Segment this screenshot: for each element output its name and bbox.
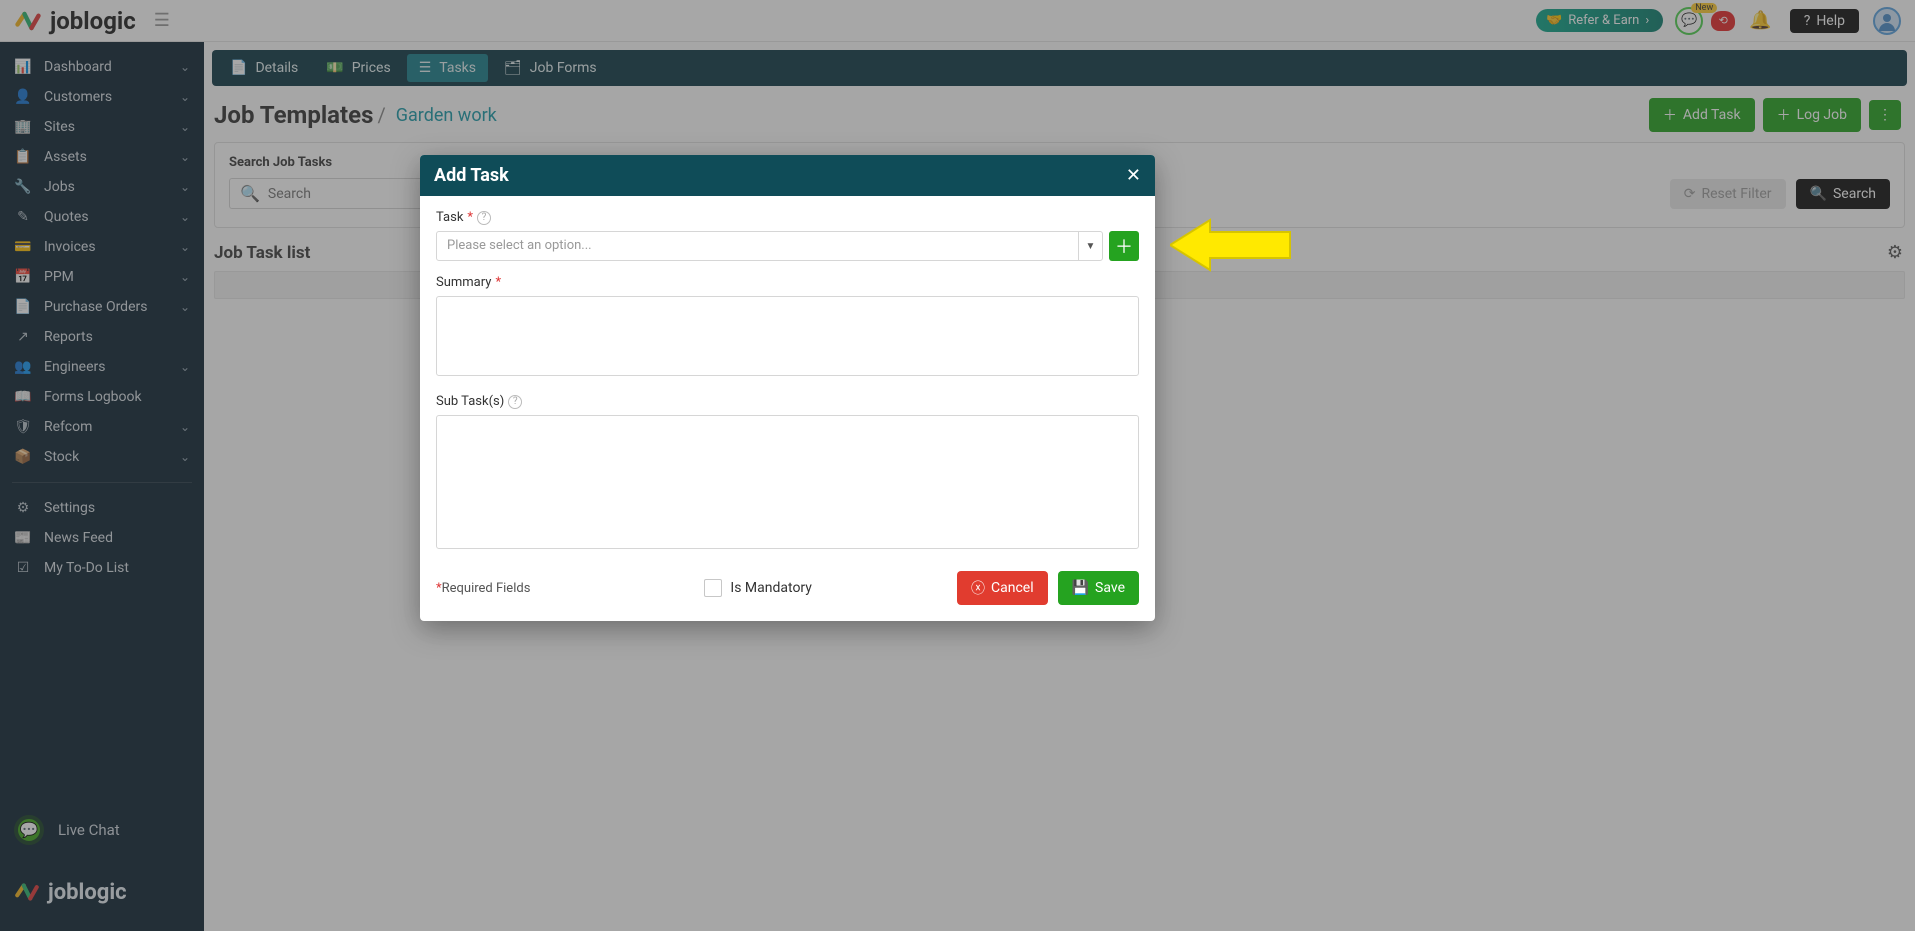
cancel-button[interactable]: ⓧ Cancel [957,571,1048,605]
save-label: Save [1095,580,1125,596]
save-icon: 💾 [1072,580,1089,596]
task-field-label: Task* ? [436,210,1139,225]
modal-header: Add Task ✕ [420,155,1155,196]
summary-textarea[interactable] [436,296,1139,376]
help-icon[interactable]: ? [508,395,522,409]
help-icon[interactable]: ? [477,211,491,225]
summary-label-text: Summary [436,275,491,290]
modal-close-icon[interactable]: ✕ [1126,165,1141,186]
modal-title: Add Task [434,165,509,186]
save-button[interactable]: 💾 Save [1058,571,1139,605]
subtasks-label-text: Sub Task(s) [436,394,504,409]
plus-icon: ＋ [1115,233,1133,259]
cancel-label: Cancel [991,580,1034,596]
is-mandatory-label: Is Mandatory [730,580,812,596]
checkbox-icon[interactable] [704,579,722,597]
is-mandatory-checkbox[interactable]: Is Mandatory [704,579,812,597]
add-new-task-option-button[interactable]: ＋ [1109,231,1139,261]
subtasks-field-label: Sub Task(s) ? [436,394,1139,409]
close-circle-icon: ⓧ [971,578,985,598]
summary-field-label: Summary* [436,275,1139,290]
modal-footer: *Required Fields Is Mandatory ⓧ Cancel 💾 S… [436,571,1139,605]
task-select-placeholder: Please select an option... [437,232,1078,260]
add-task-modal: Add Task ✕ Task* ? Please select an opti… [420,155,1155,621]
chevron-down-icon[interactable]: ▼ [1078,232,1102,260]
required-note: *Required Fields [436,581,530,596]
task-label-text: Task [436,210,463,225]
task-select[interactable]: Please select an option... ▼ [436,231,1103,261]
subtasks-textarea[interactable] [436,415,1139,549]
